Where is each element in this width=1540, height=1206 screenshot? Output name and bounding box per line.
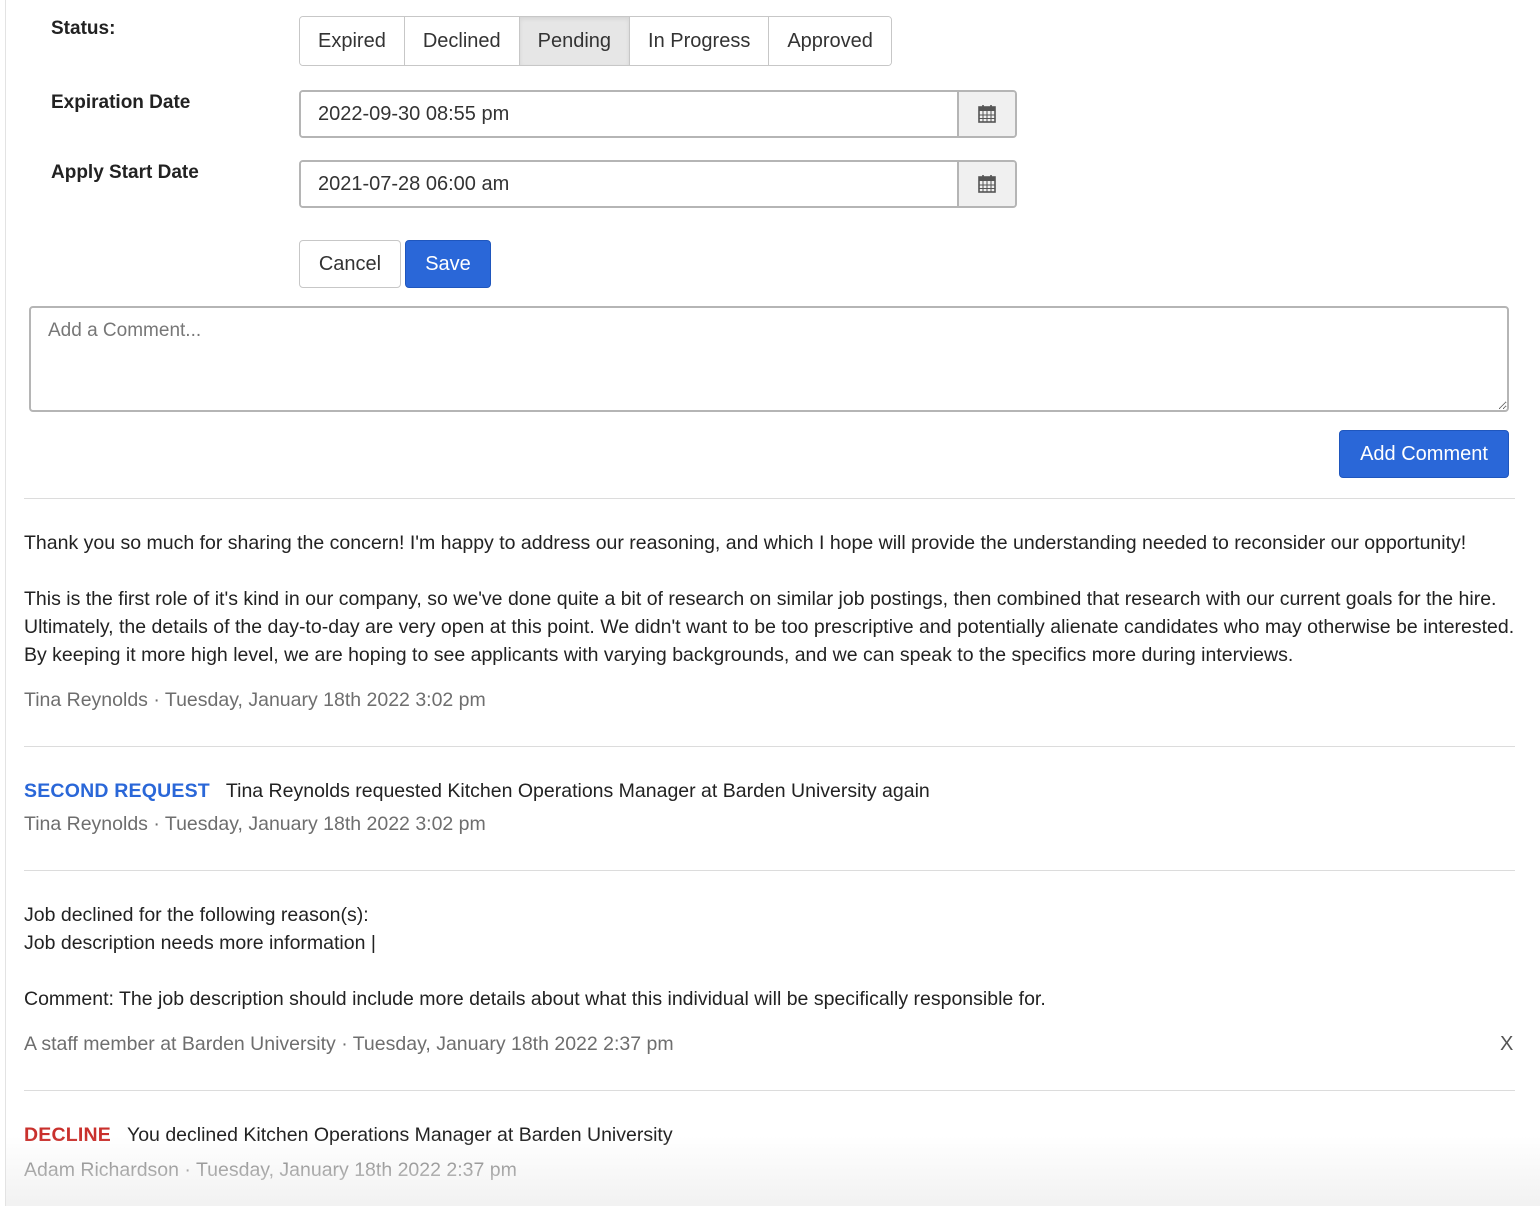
divider xyxy=(24,870,1515,871)
apply-start-date-group xyxy=(299,160,1017,208)
job-review-page: Status: Expired Declined Pending In Prog… xyxy=(5,0,1540,1206)
divider xyxy=(24,746,1515,747)
activity-text: Tina Reynolds requested Kitchen Operatio… xyxy=(225,780,930,802)
close-icon[interactable]: X xyxy=(1500,1033,1513,1056)
expiration-date-group xyxy=(299,90,1017,138)
status-label: Status: xyxy=(51,18,116,39)
activity-decline: DECLINE You declined Kitchen Operations M… xyxy=(24,1121,673,1149)
decline-meta: A staff member at Barden University · Tu… xyxy=(24,1033,674,1055)
second-request-tag: SECOND REQUEST xyxy=(24,780,210,802)
add-comment-button[interactable]: Add Comment xyxy=(1339,430,1509,478)
status-in-progress-button[interactable]: In Progress xyxy=(630,17,770,65)
comment-meta: Tina Reynolds · Tuesday, January 18th 20… xyxy=(24,689,486,711)
status-declined-button[interactable]: Declined xyxy=(404,17,520,65)
apply-start-date-label: Apply Start Date xyxy=(51,162,199,183)
decline-tag: DECLINE xyxy=(24,1124,111,1146)
comment-paragraph-1: Thank you so much for sharing the concer… xyxy=(24,532,1467,554)
calendar-icon xyxy=(978,175,996,193)
divider xyxy=(24,498,1515,499)
cancel-button[interactable]: Cancel xyxy=(299,240,401,288)
decline-comment: Comment: The job description should incl… xyxy=(24,988,1046,1010)
status-button-group: Expired Declined Pending In Progress App… xyxy=(299,16,892,66)
comment-paragraph-2: This is the first role of it's kind in o… xyxy=(24,588,1515,666)
expiration-date-label: Expiration Date xyxy=(51,92,191,113)
activity-text: You declined Kitchen Operations Manager … xyxy=(127,1124,673,1146)
status-pending-button[interactable]: Pending xyxy=(519,17,631,65)
divider xyxy=(24,1090,1515,1091)
activity-meta: Tina Reynolds · Tuesday, January 18th 20… xyxy=(24,813,486,835)
status-approved-button[interactable]: Approved xyxy=(769,17,891,65)
apply-start-date-input[interactable] xyxy=(301,162,957,206)
activity-second-request: SECOND REQUEST Tina Reynolds requested Ki… xyxy=(24,777,930,805)
expiration-calendar-button[interactable] xyxy=(957,92,1015,136)
apply-start-calendar-button[interactable] xyxy=(957,162,1015,206)
save-button[interactable]: Save xyxy=(405,240,491,288)
calendar-icon xyxy=(978,105,996,123)
status-expired-button[interactable]: Expired xyxy=(300,17,405,65)
decline-reason-item: Job description needs more information | xyxy=(24,932,376,954)
comment-textarea[interactable] xyxy=(29,306,1509,412)
activity-meta: Adam Richardson · Tuesday, January 18th … xyxy=(24,1159,517,1181)
decline-reason-heading: Job declined for the following reason(s)… xyxy=(24,904,369,926)
expiration-date-input[interactable] xyxy=(301,92,957,136)
